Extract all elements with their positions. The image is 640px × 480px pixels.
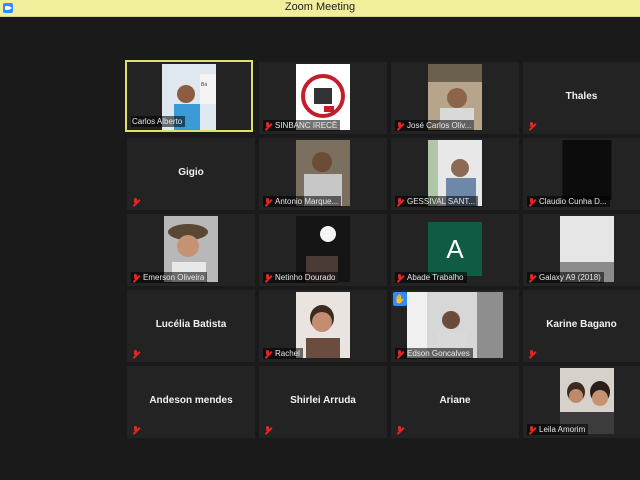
participant-name: Gigio <box>178 167 204 178</box>
participant-tile[interactable]: Claudio Cunha D... <box>523 138 640 210</box>
participant-name: Thales <box>565 91 598 102</box>
participant-tile[interactable]: GESSIVAL SANT... <box>391 138 519 210</box>
participant-tile[interactable]: Gigio <box>127 138 255 210</box>
participant-name-label: Abade Trabalho <box>395 272 467 283</box>
participant-tile[interactable]: Karine Bagano <box>523 290 640 362</box>
mic-muted-icon <box>396 197 404 206</box>
participant-name-label: Carlos Alberto <box>131 116 186 127</box>
participant-tile[interactable]: Shirlei Arruda <box>259 366 387 438</box>
participant-tile[interactable]: Thales <box>523 62 640 134</box>
participant-tile[interactable]: Netinho Dourado <box>259 214 387 286</box>
participant-name-label: SINBANC IRECÊ <box>263 120 341 131</box>
mic-muted-icon <box>396 273 404 282</box>
mic-muted-icon <box>264 349 272 358</box>
mic-muted-icon <box>396 121 404 130</box>
svg-text:Bá: Bá <box>201 82 207 88</box>
raise-hand-icon: ✋ <box>393 292 407 306</box>
participant-tile[interactable]: A Abade Trabalho <box>391 214 519 286</box>
participant-tile[interactable]: Lucélia Batista <box>127 290 255 362</box>
participant-name-label: Claudio Cunha D... <box>527 196 610 207</box>
mic-muted-icon <box>264 121 272 130</box>
participant-video <box>296 292 350 358</box>
participant-tile[interactable]: Emerson Oliveira <box>127 214 255 286</box>
participant-name-label <box>395 424 407 435</box>
participant-name-label: Edson Goncalves <box>395 348 473 359</box>
participant-tile[interactable]: José Carlos Oliv... <box>391 62 519 134</box>
mic-muted-icon <box>264 273 272 282</box>
participant-tile[interactable]: Rachel <box>259 290 387 362</box>
title-bar: Zoom Meeting <box>0 0 640 17</box>
participant-tile[interactable]: SINBANC IRECÊ <box>259 62 387 134</box>
mic-muted-icon <box>132 349 140 358</box>
participant-tile[interactable]: Leila Amorim <box>523 366 640 438</box>
participant-name-label <box>131 196 143 207</box>
mic-muted-icon <box>264 425 272 434</box>
participant-tile[interactable]: Ariane <box>391 366 519 438</box>
mic-muted-icon <box>264 197 272 206</box>
mic-muted-icon <box>528 121 536 130</box>
participant-name: Shirlei Arruda <box>290 395 356 406</box>
participant-tile[interactable]: Andeson mendes <box>127 366 255 438</box>
window-title: Zoom Meeting <box>284 1 356 13</box>
avatar: A <box>428 222 482 276</box>
participant-name-label: Rachel <box>263 348 303 359</box>
participant-name-label <box>131 424 143 435</box>
participant-name: Ariane <box>439 395 471 406</box>
participant-name-label: Leila Amorim <box>527 424 589 435</box>
participant-name-label <box>527 348 539 359</box>
participant-name-label <box>131 348 143 359</box>
participant-name: Lucélia Batista <box>155 319 227 330</box>
mic-muted-icon <box>528 425 536 434</box>
participant-tile[interactable]: Antonio Marque... <box>259 138 387 210</box>
participant-name: Andeson mendes <box>149 395 233 406</box>
mic-muted-icon <box>528 197 536 206</box>
participant-tile[interactable]: Bá Carlos Alberto <box>125 60 253 132</box>
participant-name-label: Emerson Oliveira <box>131 272 208 283</box>
mic-muted-icon <box>396 425 404 434</box>
participant-name: Karine Bagano <box>546 319 617 330</box>
mic-muted-icon <box>132 273 140 282</box>
participant-name-label: Antonio Marque... <box>263 196 342 207</box>
participant-video <box>562 140 612 200</box>
participant-name-label: GESSIVAL SANT... <box>395 196 479 207</box>
participant-tile[interactable]: Galaxy A9 (2018) <box>523 214 640 286</box>
participant-name-label: Netinho Dourado <box>263 272 339 283</box>
participant-name-label <box>527 120 539 131</box>
mic-muted-icon <box>132 425 140 434</box>
mic-muted-icon <box>396 349 404 358</box>
participant-tile[interactable]: ✋ Edson Goncalves <box>391 290 519 362</box>
mic-muted-icon <box>528 349 536 358</box>
participant-name-label <box>263 424 275 435</box>
mic-muted-icon <box>132 197 140 206</box>
participant-name-label: José Carlos Oliv... <box>395 120 475 131</box>
mic-muted-icon <box>528 273 536 282</box>
participant-name-label: Galaxy A9 (2018) <box>527 272 604 283</box>
